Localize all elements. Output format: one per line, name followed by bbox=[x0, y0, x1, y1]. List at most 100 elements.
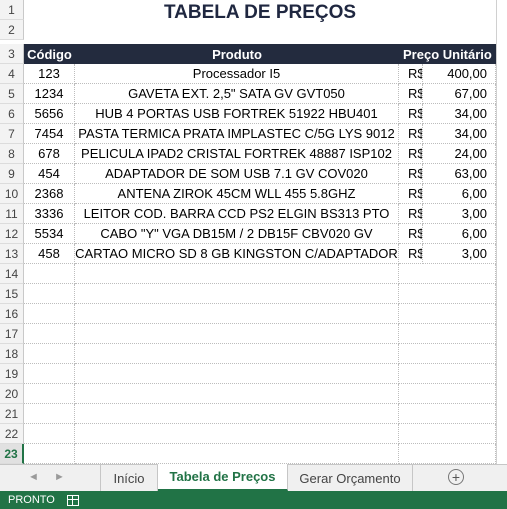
cell-empty[interactable] bbox=[75, 444, 399, 464]
spreadsheet-grid[interactable]: 1 2 TABELA DE PREÇOS 3 Código Produto Pr… bbox=[0, 0, 507, 464]
row-header[interactable]: 2 bbox=[0, 20, 24, 40]
cell-price[interactable]: 6,00 bbox=[423, 184, 496, 204]
cell-empty[interactable] bbox=[75, 324, 399, 344]
cell-empty[interactable] bbox=[399, 304, 496, 324]
cell-code[interactable]: 678 bbox=[24, 144, 75, 164]
table-row[interactable]: 8 678 PELICULA IPAD2 CRISTAL FORTREK 48887… bbox=[0, 144, 507, 164]
selected-row[interactable]: 23 bbox=[0, 444, 507, 464]
cell-empty[interactable] bbox=[399, 384, 496, 404]
cell-empty[interactable] bbox=[24, 364, 75, 384]
cell-empty[interactable] bbox=[24, 264, 75, 284]
table-row[interactable]: 6 5656 HUB 4 PORTAS USB FORTREK 51922 HBU4… bbox=[0, 104, 507, 124]
table-row[interactable]: 7 7454 PASTA TERMICA PRATA IMPLASTEC C/5G … bbox=[0, 124, 507, 144]
cell-price[interactable]: 24,00 bbox=[423, 144, 496, 164]
empty-row[interactable]: 19 bbox=[0, 364, 507, 384]
cell-currency[interactable]: R$ bbox=[399, 244, 423, 264]
cell-empty[interactable] bbox=[75, 344, 399, 364]
table-row[interactable]: 11 3336 LEITOR COD. BARRA CCD PS2 ELGIN BS… bbox=[0, 204, 507, 224]
cell-empty[interactable] bbox=[399, 444, 496, 464]
cell-code[interactable]: 5534 bbox=[24, 224, 75, 244]
row-header[interactable]: 13 bbox=[0, 244, 24, 264]
row-header[interactable]: 11 bbox=[0, 204, 24, 224]
cell-product[interactable]: CABO "Y" VGA DB15M / 2 DB15F CBV020 GV bbox=[75, 224, 399, 244]
cell-code[interactable]: 458 bbox=[24, 244, 75, 264]
cell-empty[interactable] bbox=[24, 424, 75, 444]
row-header[interactable]: 5 bbox=[0, 84, 24, 104]
empty-row[interactable]: 22 bbox=[0, 424, 507, 444]
table-header-row[interactable]: 3 Código Produto Preço Unitário bbox=[0, 44, 507, 64]
cell-empty[interactable] bbox=[75, 264, 399, 284]
cell-empty[interactable] bbox=[399, 404, 496, 424]
table-row[interactable]: 12 5534 CABO "Y" VGA DB15M / 2 DB15F CBV02… bbox=[0, 224, 507, 244]
cell-currency[interactable]: R$ bbox=[399, 84, 423, 104]
cell-code[interactable]: 454 bbox=[24, 164, 75, 184]
cell-empty[interactable] bbox=[75, 384, 399, 404]
cell-empty[interactable] bbox=[75, 284, 399, 304]
cell-code[interactable]: 3336 bbox=[24, 204, 75, 224]
tab-inicio[interactable]: Início bbox=[100, 465, 158, 491]
row-header[interactable]: 15 bbox=[0, 284, 24, 304]
table-row[interactable]: 10 2368 ANTENA ZIROK 45CM WLL 455 5.8GHZ R$… bbox=[0, 184, 507, 204]
cell-price[interactable]: 3,00 bbox=[423, 204, 496, 224]
cell-empty[interactable] bbox=[399, 284, 496, 304]
table-row[interactable]: 4 123 Processador I5 R$ 400,00 bbox=[0, 64, 507, 84]
cell-code[interactable]: 2368 bbox=[24, 184, 75, 204]
cell-empty[interactable] bbox=[24, 444, 75, 464]
row-header[interactable]: 17 bbox=[0, 324, 24, 344]
row-header-selected[interactable]: 23 bbox=[0, 444, 24, 464]
row-header[interactable]: 4 bbox=[0, 64, 24, 84]
cell-currency[interactable]: R$ bbox=[399, 64, 423, 84]
cell-empty[interactable] bbox=[24, 384, 75, 404]
table-row[interactable]: 5 1234 GAVETA EXT. 2,5" SATA GV GVT050 R$ 67… bbox=[0, 84, 507, 104]
table-row[interactable]: 9 454 ADAPTADOR DE SOM USB 7.1 GV COV020 R$… bbox=[0, 164, 507, 184]
add-sheet-icon[interactable]: + bbox=[448, 469, 464, 485]
cell-currency[interactable]: R$ bbox=[399, 184, 423, 204]
cell-currency[interactable]: R$ bbox=[399, 204, 423, 224]
row-header[interactable]: 18 bbox=[0, 344, 24, 364]
cell-code[interactable]: 123 bbox=[24, 64, 75, 84]
empty-row[interactable]: 18 bbox=[0, 344, 507, 364]
row-header[interactable]: 12 bbox=[0, 224, 24, 244]
row-header[interactable]: 20 bbox=[0, 384, 24, 404]
empty-row[interactable]: 21 bbox=[0, 404, 507, 424]
empty-row[interactable]: 17 bbox=[0, 324, 507, 344]
cell-currency[interactable]: R$ bbox=[399, 144, 423, 164]
cell-product[interactable]: Processador I5 bbox=[75, 64, 399, 84]
table-row[interactable]: 13 458 CARTAO MICRO SD 8 GB KINGSTON C/ADA… bbox=[0, 244, 507, 264]
cell-empty[interactable] bbox=[399, 424, 496, 444]
cell-empty[interactable] bbox=[399, 324, 496, 344]
tab-tabela-de-precos[interactable]: Tabela de Preços bbox=[158, 464, 288, 491]
cell-price[interactable]: 67,00 bbox=[423, 84, 496, 104]
row-header[interactable]: 10 bbox=[0, 184, 24, 204]
row-header[interactable]: 22 bbox=[0, 424, 24, 444]
row-header[interactable]: 1 bbox=[0, 0, 24, 20]
header-code[interactable]: Código bbox=[24, 44, 75, 64]
cell-product[interactable]: PASTA TERMICA PRATA IMPLASTEC C/5G LYS 9… bbox=[75, 124, 399, 144]
cell-product[interactable]: ANTENA ZIROK 45CM WLL 455 5.8GHZ bbox=[75, 184, 399, 204]
cell-price[interactable]: 34,00 bbox=[423, 104, 496, 124]
empty-row[interactable]: 16 bbox=[0, 304, 507, 324]
cell-price[interactable]: 3,00 bbox=[423, 244, 496, 264]
cell-empty[interactable] bbox=[24, 324, 75, 344]
cell-product[interactable]: GAVETA EXT. 2,5" SATA GV GVT050 bbox=[75, 84, 399, 104]
cell-code[interactable]: 1234 bbox=[24, 84, 75, 104]
empty-row[interactable]: 14 bbox=[0, 264, 507, 284]
row-header[interactable]: 7 bbox=[0, 124, 24, 144]
cell-currency[interactable]: R$ bbox=[399, 164, 423, 184]
cell-code[interactable]: 5656 bbox=[24, 104, 75, 124]
tab-gerar-orcamento[interactable]: Gerar Orçamento bbox=[288, 465, 413, 491]
cell-product[interactable]: LEITOR COD. BARRA CCD PS2 ELGIN BS313 PT… bbox=[75, 204, 399, 224]
cell-price[interactable]: 6,00 bbox=[423, 224, 496, 244]
cell-empty[interactable] bbox=[75, 424, 399, 444]
row-header[interactable]: 19 bbox=[0, 364, 24, 384]
cell-product[interactable]: CARTAO MICRO SD 8 GB KINGSTON C/ADAPTADO… bbox=[75, 244, 399, 264]
row-header[interactable]: 3 bbox=[0, 44, 24, 64]
macro-record-icon[interactable] bbox=[66, 494, 79, 506]
cell-currency[interactable]: R$ bbox=[399, 124, 423, 144]
row-header[interactable]: 9 bbox=[0, 164, 24, 184]
empty-row[interactable]: 15 bbox=[0, 284, 507, 304]
cell-empty[interactable] bbox=[24, 304, 75, 324]
row-header[interactable]: 6 bbox=[0, 104, 24, 124]
cell-empty[interactable] bbox=[24, 404, 75, 424]
row-header[interactable]: 14 bbox=[0, 264, 24, 284]
